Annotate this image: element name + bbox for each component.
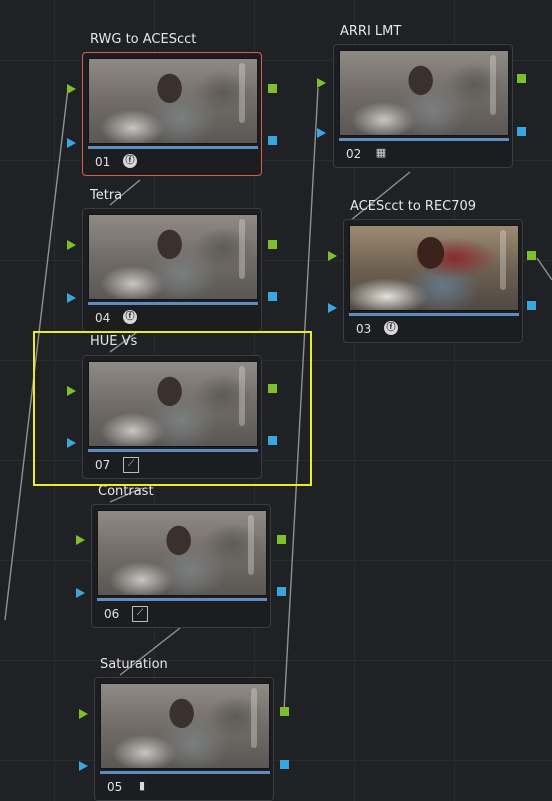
node-04-number: 04 xyxy=(95,311,111,325)
node-06-key-input[interactable] xyxy=(76,588,85,598)
node-02[interactable]: 02 ▦ xyxy=(333,44,513,168)
node-04-label: Tetra xyxy=(90,188,123,203)
node-04-key-output[interactable] xyxy=(268,292,277,301)
node-04-thumbnail xyxy=(88,214,258,300)
node-05-rgb-input[interactable] xyxy=(79,709,88,719)
node-02-key-output[interactable] xyxy=(517,127,526,136)
node-02-bar xyxy=(339,138,509,141)
node-06-rgb-input[interactable] xyxy=(76,535,85,545)
selection-highlight-box xyxy=(33,331,312,486)
node-03-rgb-input[interactable] xyxy=(328,251,337,261)
node-05-bar xyxy=(100,771,270,774)
node-06-thumbnail xyxy=(97,510,267,596)
node-03-thumbnail xyxy=(349,225,519,311)
node-03-bar xyxy=(349,313,519,316)
node-06[interactable]: 06 ⟋ xyxy=(91,504,271,628)
node-05-rgb-output[interactable] xyxy=(280,707,289,716)
node-04-rgb-output[interactable] xyxy=(268,240,277,249)
curve-icon: ⟋ xyxy=(132,606,148,622)
grid-icon: ▦ xyxy=(375,146,387,159)
node-01[interactable]: 01 ⓕ xyxy=(82,52,262,176)
node-02-number: 02 xyxy=(346,147,362,161)
node-01-key-output[interactable] xyxy=(268,136,277,145)
node-05-key-input[interactable] xyxy=(79,761,88,771)
node-04-key-input[interactable] xyxy=(67,293,76,303)
node-02-thumbnail xyxy=(339,50,509,136)
node-05-label: Saturation xyxy=(100,657,168,672)
wire-03-to-output xyxy=(536,257,552,281)
sat-bars-icon: ▮ xyxy=(138,779,146,792)
node-06-label: Contrast xyxy=(98,484,154,499)
node-05-thumbnail xyxy=(100,683,270,769)
node-04-rgb-input[interactable] xyxy=(67,240,76,250)
node-01-rgb-input[interactable] xyxy=(67,84,76,94)
node-06-number: 06 xyxy=(104,607,120,621)
node-02-rgb-input[interactable] xyxy=(317,78,326,88)
node-01-bar xyxy=(88,146,258,149)
node-06-rgb-output[interactable] xyxy=(277,535,286,544)
node-05-key-output[interactable] xyxy=(280,760,289,769)
node-04[interactable]: 04 ⓕ xyxy=(82,208,262,332)
node-04-bar xyxy=(88,302,258,305)
node-03-label: ACEScct to REC709 xyxy=(350,199,477,214)
node-01-key-input[interactable] xyxy=(67,138,76,148)
node-03-key-input[interactable] xyxy=(328,303,337,313)
node-03-key-output[interactable] xyxy=(527,301,536,310)
fx-icon: ⓕ xyxy=(123,154,137,168)
node-03[interactable]: 03 ⓕ xyxy=(343,219,523,343)
node-06-key-output[interactable] xyxy=(277,587,286,596)
node-01-label: RWG to ACEScct xyxy=(90,32,197,47)
node-05-number: 05 xyxy=(107,780,123,794)
node-01-rgb-output[interactable] xyxy=(268,84,277,93)
fx-icon: ⓕ xyxy=(123,310,137,324)
node-06-bar xyxy=(97,598,267,601)
fx-icon: ⓕ xyxy=(384,321,398,335)
node-01-thumbnail xyxy=(88,58,258,144)
node-02-rgb-output[interactable] xyxy=(517,74,526,83)
node-05[interactable]: 05 ▮ xyxy=(94,677,274,801)
node-graph-canvas[interactable]: { "colors": { "background": "#202124", "… xyxy=(0,0,552,801)
node-03-number: 03 xyxy=(356,322,372,336)
node-02-key-input[interactable] xyxy=(317,128,326,138)
node-01-number: 01 xyxy=(95,155,111,169)
node-02-label: ARRI LMT xyxy=(340,24,402,39)
node-03-rgb-output[interactable] xyxy=(527,251,536,260)
